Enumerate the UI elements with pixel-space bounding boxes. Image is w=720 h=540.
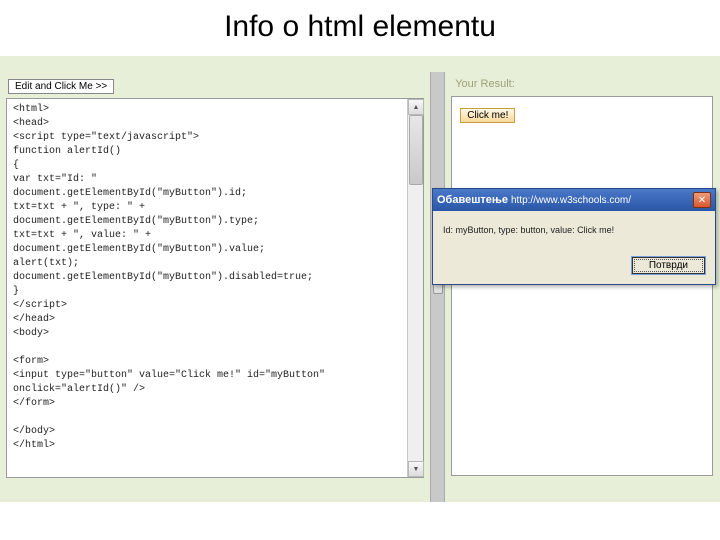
scrollbar[interactable]: ▲ ▼ [407,99,423,477]
dialog-title-prefix: Обавештење [437,194,508,206]
dialog-message: Id: myButton, type: button, value: Click… [443,225,705,235]
dialog-titlebar[interactable]: Обавештење http://www.w3schools.com/ ✕ [433,189,715,211]
dialog-close-button[interactable]: ✕ [693,192,711,208]
result-label: Your Result: [451,72,714,96]
dialog-title-url: http://www.w3schools.com/ [511,195,631,206]
click-me-button[interactable]: Click me! [460,108,515,123]
tryit-editor-area: Edit and Click Me >> <html> <head> <scri… [0,56,720,540]
content-row: Edit and Click Me >> <html> <head> <scri… [0,72,720,502]
close-icon: ✕ [698,195,706,206]
slide-title: Info o html elementu [0,0,720,50]
result-panel: Your Result: Click me! [445,72,720,502]
scroll-thumb[interactable] [409,115,423,185]
scroll-down-icon[interactable]: ▼ [408,461,424,477]
dialog-body: Id: myButton, type: button, value: Click… [433,211,715,257]
dialog-ok-button[interactable]: Потврди [632,257,705,274]
top-strip [0,56,720,72]
code-content[interactable]: <html> <head> <script type="text/javascr… [7,99,423,457]
splitter-handle[interactable] [430,72,445,502]
alert-dialog: Обавештење http://www.w3schools.com/ ✕ I… [432,188,716,285]
scroll-up-icon[interactable]: ▲ [408,99,424,115]
editor-panel: Edit and Click Me >> <html> <head> <scri… [0,72,430,502]
code-textarea[interactable]: <html> <head> <script type="text/javascr… [6,98,424,478]
dialog-footer: Потврди [433,257,715,284]
edit-and-click-button[interactable]: Edit and Click Me >> [8,79,114,94]
result-frame: Click me! [451,96,713,476]
